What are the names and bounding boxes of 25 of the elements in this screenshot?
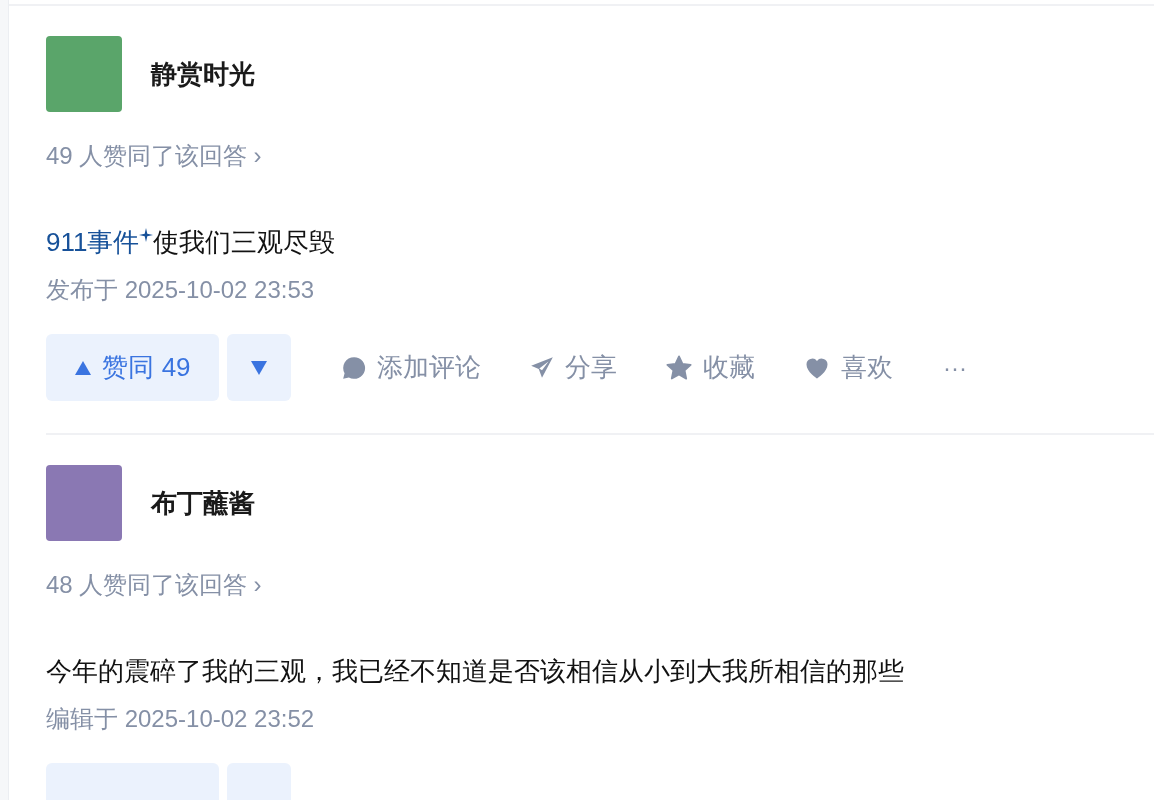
downvote-button[interactable] bbox=[227, 334, 291, 401]
upvote-summary[interactable]: 49 人赞同了该回答 bbox=[46, 138, 248, 174]
author-name[interactable]: 静赏时光 bbox=[151, 54, 255, 94]
upvote-button[interactable]: 赞同 49 bbox=[46, 334, 219, 401]
more-button[interactable]: ··· bbox=[943, 349, 967, 386]
star-button[interactable]: 收藏 bbox=[665, 348, 755, 387]
timestamp: 编辑于 2025-10-02 23:52 bbox=[46, 704, 316, 734]
upvote-summary[interactable]: 48 人赞同了该回答 bbox=[46, 567, 248, 603]
comment-button[interactable]: 添加评论 bbox=[341, 348, 481, 387]
up-triangle-icon bbox=[74, 359, 93, 376]
avatar-image[interactable] bbox=[46, 465, 122, 541]
sparkle-icon bbox=[139, 228, 154, 242]
comment-icon bbox=[341, 354, 367, 381]
topic-link[interactable]: 911事件 bbox=[46, 227, 154, 257]
answer-text: 911事件 使我们三观尽毁 bbox=[46, 226, 337, 259]
author-name[interactable]: 布丁蘸酱 bbox=[151, 483, 255, 523]
answer-text: 今年的震碎了我的三观，我已经不知道是否该相信从小到大我所相信的那些 bbox=[46, 655, 905, 688]
share-button[interactable]: 分享 bbox=[529, 348, 617, 387]
heart-button[interactable]: 喜欢 bbox=[803, 348, 893, 387]
chevron-icon[interactable]: › bbox=[253, 138, 262, 174]
star-icon bbox=[665, 353, 693, 382]
avatar-image[interactable] bbox=[46, 36, 122, 112]
timestamp: 发布于 2025-10-02 23:53 bbox=[46, 275, 316, 305]
down-triangle-icon bbox=[250, 359, 268, 376]
chevron-icon[interactable]: › bbox=[253, 567, 262, 603]
